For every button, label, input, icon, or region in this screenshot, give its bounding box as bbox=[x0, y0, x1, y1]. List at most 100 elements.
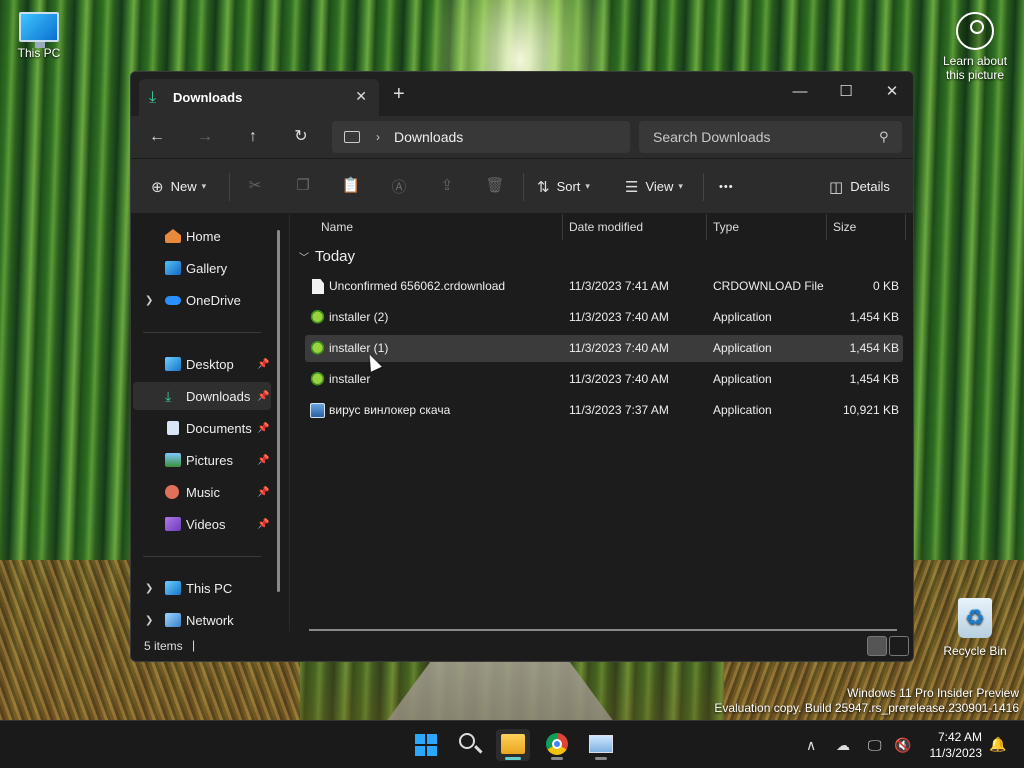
sidebar-item-music[interactable]: Music 📌 bbox=[133, 478, 273, 506]
chevron-right-icon[interactable]: ❯ bbox=[145, 295, 153, 306]
minimize-button[interactable]: — bbox=[777, 78, 823, 106]
chevron-right-icon[interactable]: ❯ bbox=[145, 615, 153, 626]
address-bar[interactable]: › Downloads bbox=[332, 121, 630, 153]
sidebar-item-label: Downloads bbox=[186, 388, 251, 404]
desktop-icon-label: Recycle Bin bbox=[943, 644, 1007, 658]
cut-icon[interactable]: ✂ bbox=[245, 176, 265, 196]
chevron-up-icon[interactable]: ∧ bbox=[806, 737, 816, 754]
column-header-type[interactable]: Type bbox=[713, 214, 739, 240]
refresh-button[interactable]: ↻ bbox=[287, 125, 315, 149]
group-header-today[interactable]: ﹀ Today bbox=[299, 248, 355, 265]
column-separator[interactable] bbox=[826, 214, 827, 240]
search-input[interactable] bbox=[639, 121, 902, 153]
sidebar-item-onedrive[interactable]: ❯ OneDrive bbox=[133, 286, 273, 314]
pin-icon[interactable]: 📌 bbox=[257, 391, 269, 402]
new-button[interactable]: ⊕ New ▾ bbox=[151, 159, 206, 214]
tab-title: Downloads bbox=[173, 90, 243, 105]
plus-circle-icon: ⊕ bbox=[151, 178, 164, 196]
pin-icon[interactable]: 📌 bbox=[257, 423, 269, 434]
taskbar-chrome[interactable] bbox=[540, 729, 574, 761]
file-name: installer (2) bbox=[329, 310, 389, 324]
file-date: 11/3/2023 7:40 AM bbox=[569, 372, 669, 386]
pane-divider[interactable] bbox=[289, 214, 290, 631]
sidebar-item-label: This PC bbox=[186, 580, 233, 596]
taskbar-app-monitor[interactable] bbox=[584, 729, 618, 761]
tiles-view-toggle[interactable] bbox=[889, 636, 909, 656]
sort-button[interactable]: ⇅ Sort ▾ bbox=[537, 159, 590, 214]
home-icon bbox=[165, 229, 181, 243]
details-label: Details bbox=[850, 179, 890, 194]
new-tab-button[interactable]: + bbox=[393, 83, 405, 106]
close-button[interactable]: ✕ bbox=[869, 78, 913, 106]
file-row[interactable]: Unconfirmed 656062.crdownload 11/3/2023 … bbox=[305, 273, 903, 300]
start-button[interactable] bbox=[407, 729, 441, 761]
volume-muted-icon[interactable]: 🔇 bbox=[894, 737, 911, 754]
file-row[interactable]: installer (2) 11/3/2023 7:40 AM Applicat… bbox=[305, 304, 903, 331]
file-row-hovered[interactable]: installer (1) 11/3/2023 7:40 AM Applicat… bbox=[305, 335, 903, 362]
more-options-button[interactable]: ••• bbox=[719, 159, 734, 214]
sidebar-item-label: Videos bbox=[186, 516, 226, 532]
maximize-button[interactable]: ☐ bbox=[823, 78, 869, 106]
column-header-date[interactable]: Date modified bbox=[569, 214, 643, 240]
taskbar-search-button[interactable] bbox=[452, 729, 486, 761]
tab-downloads[interactable]: ⤓ Downloads ✕ bbox=[139, 79, 379, 116]
details-view-toggle[interactable] bbox=[867, 636, 887, 656]
tab-close-button[interactable]: ✕ bbox=[355, 88, 367, 105]
sidebar-item-videos[interactable]: Videos 📌 bbox=[133, 510, 273, 538]
paste-icon[interactable]: 📋 bbox=[341, 176, 361, 196]
file-list: Name Date modified Type Size ﹀ Today Unco… bbox=[291, 214, 913, 631]
column-separator[interactable] bbox=[905, 214, 906, 240]
pin-icon[interactable]: 📌 bbox=[257, 487, 269, 498]
file-size: 1,454 KB bbox=[849, 341, 899, 355]
file-date: 11/3/2023 7:40 AM bbox=[569, 310, 669, 324]
rename-icon[interactable]: Ⓐ bbox=[389, 176, 409, 196]
view-button[interactable]: ☰ View ▾ bbox=[625, 159, 683, 214]
chevron-right-icon[interactable]: › bbox=[376, 130, 380, 144]
pin-icon[interactable]: 📌 bbox=[257, 519, 269, 530]
sidebar-scrollbar[interactable] bbox=[277, 230, 280, 592]
forward-button[interactable]: → bbox=[191, 125, 219, 149]
pin-icon[interactable]: 📌 bbox=[257, 359, 269, 370]
copy-icon[interactable]: ❐ bbox=[293, 176, 313, 196]
desktop-icon-recycle-bin[interactable]: ♻ Recycle Bin bbox=[940, 598, 1010, 658]
document-file-icon bbox=[312, 279, 324, 294]
desktop-icon-this-pc[interactable]: This PC bbox=[10, 12, 68, 60]
share-icon[interactable]: ⇪ bbox=[437, 176, 457, 196]
clock[interactable]: 7:42 AM 11/3/2023 bbox=[920, 729, 983, 761]
sidebar-item-documents[interactable]: Documents 📌 bbox=[133, 414, 273, 442]
file-explorer-window: ⤓ Downloads ✕ + — ☐ ✕ ← → ↑ ↻ › Download… bbox=[130, 71, 914, 662]
navigation-pane: Home Gallery ❯ OneDrive Desktop 📌 ⤓ Down… bbox=[131, 214, 281, 631]
file-name: installer (1) bbox=[329, 341, 389, 355]
column-separator[interactable] bbox=[706, 214, 707, 240]
up-button[interactable]: ↑ bbox=[239, 125, 267, 149]
videos-icon bbox=[165, 517, 181, 531]
this-pc-icon bbox=[165, 581, 181, 595]
delete-icon[interactable]: 🗑 bbox=[485, 176, 505, 196]
column-separator[interactable] bbox=[562, 214, 563, 240]
column-header-name[interactable]: Name bbox=[321, 214, 353, 240]
sidebar-item-gallery[interactable]: Gallery bbox=[133, 254, 273, 282]
sidebar-item-desktop[interactable]: Desktop 📌 bbox=[133, 350, 273, 378]
chevron-down-icon: ▾ bbox=[201, 181, 207, 191]
application-icon bbox=[310, 403, 325, 418]
sidebar-item-home[interactable]: Home bbox=[133, 222, 273, 250]
network-icon[interactable]: 🖵 bbox=[868, 737, 882, 754]
sidebar-item-network[interactable]: ❯ Network bbox=[133, 606, 273, 634]
breadcrumb-downloads[interactable]: Downloads bbox=[394, 129, 463, 145]
column-header-size[interactable]: Size bbox=[833, 214, 856, 240]
chevron-right-icon[interactable]: ❯ bbox=[145, 583, 153, 594]
onedrive-offline-icon[interactable]: ☁ bbox=[836, 737, 850, 754]
sidebar-item-pictures[interactable]: Pictures 📌 bbox=[133, 446, 273, 474]
learn-about-picture[interactable]: Learn about this picture bbox=[938, 12, 1012, 82]
taskbar-file-explorer[interactable] bbox=[496, 729, 530, 761]
pin-icon[interactable]: 📌 bbox=[257, 455, 269, 466]
recycle-bin-icon: ♻ bbox=[958, 598, 992, 638]
chevron-down-icon: ▾ bbox=[585, 181, 590, 191]
back-button[interactable]: ← bbox=[143, 125, 171, 149]
file-row[interactable]: installer 11/3/2023 7:40 AM Application … bbox=[305, 366, 903, 393]
sidebar-item-this-pc[interactable]: ❯ This PC bbox=[133, 574, 273, 602]
sidebar-item-downloads[interactable]: ⤓ Downloads 📌 bbox=[133, 382, 271, 410]
file-row[interactable]: вирус винлокер скача 11/3/2023 7:37 AM A… bbox=[305, 397, 903, 424]
notification-bell-icon[interactable]: 🔔 bbox=[989, 736, 1006, 753]
details-button[interactable]: ◫ Details bbox=[829, 159, 890, 214]
